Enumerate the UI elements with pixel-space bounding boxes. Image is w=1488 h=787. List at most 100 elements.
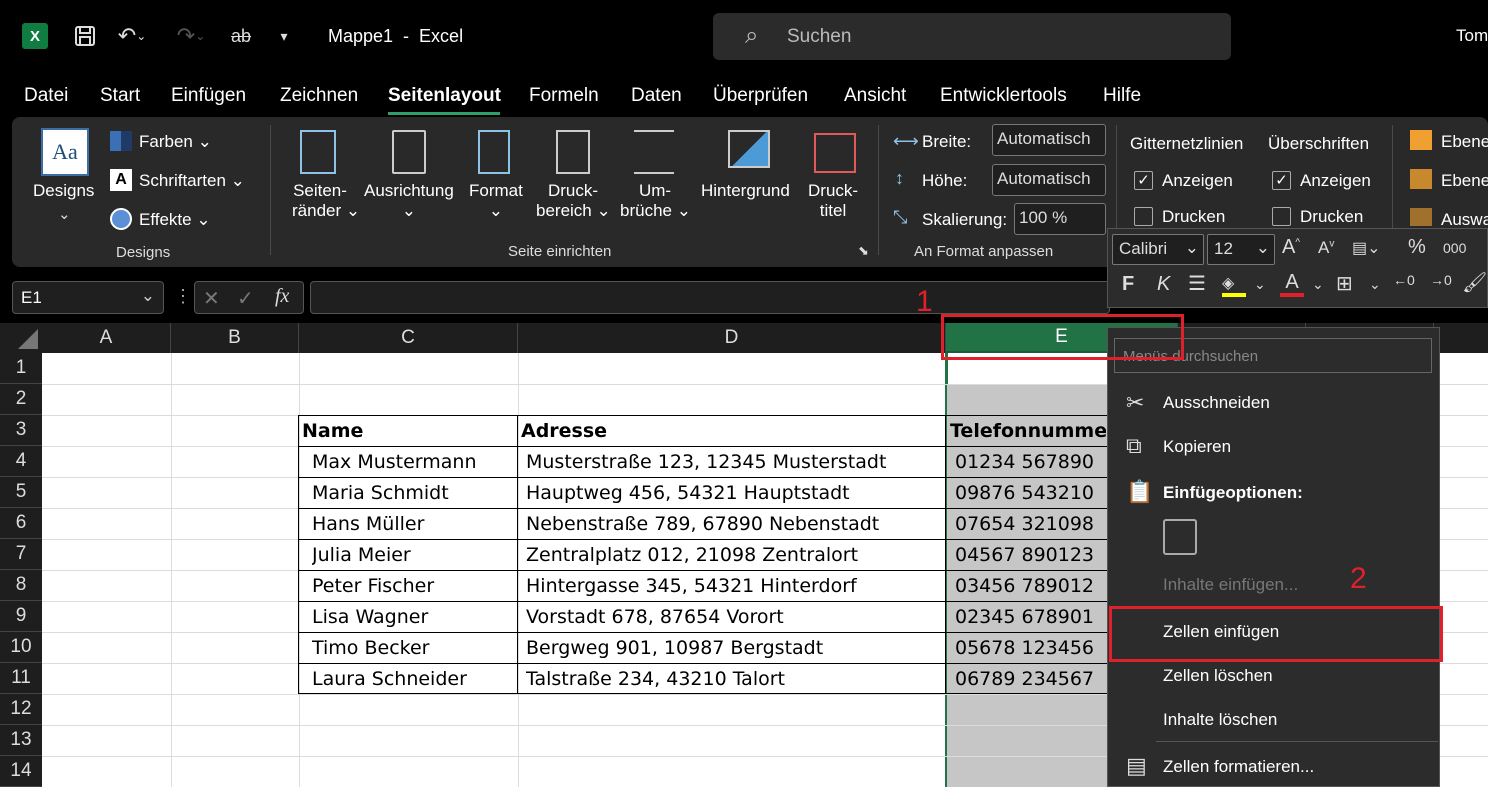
table-cell[interactable]: 09876 543210 <box>955 477 1106 508</box>
confirm-icon[interactable]: ✓ <box>237 286 254 311</box>
decrease-decimal-icon[interactable]: →0 <box>1430 272 1452 288</box>
background-icon[interactable] <box>728 130 770 168</box>
undo-icon[interactable]: ↶ ⌄ <box>112 18 152 54</box>
table-cell[interactable]: Hans Müller <box>312 508 516 539</box>
margins-icon[interactable] <box>300 130 336 174</box>
orientation-icon[interactable] <box>392 130 426 174</box>
hintergrund-button[interactable]: Hintergrund <box>701 181 790 201</box>
drucktitel-button[interactable]: Druck-titel <box>808 181 858 221</box>
table-cell[interactable]: 01234 567890 <box>955 446 1106 477</box>
font-color-icon[interactable]: A <box>1280 271 1304 297</box>
table-cell[interactable]: Max Mustermann <box>312 446 516 477</box>
tab-entwicklertools[interactable]: Entwicklertools <box>940 85 1067 107</box>
more-options-icon[interactable]: ⋮ <box>174 286 192 307</box>
schriftarten-button[interactable]: Schriftarten ⌄ <box>139 171 245 191</box>
menu-item-zellen-formatieren[interactable]: Zellen formatieren... <box>1163 757 1314 777</box>
breite-dropdown[interactable]: Automatisch <box>992 124 1106 156</box>
thousands-separator-icon[interactable]: 000 <box>1443 240 1466 256</box>
table-cell[interactable]: Talstraße 234, 43210 Talort <box>526 663 942 694</box>
menu-item-ausschneiden[interactable]: Ausschneiden <box>1163 393 1270 413</box>
row-header-4[interactable]: 4 <box>0 446 42 477</box>
percent-icon[interactable]: % <box>1408 236 1426 259</box>
dialog-launcher-icon[interactable]: ⬊ <box>858 243 869 259</box>
tab-ansicht[interactable]: Ansicht <box>844 85 906 107</box>
druckbereich-button[interactable]: Druck-bereich ⌄ <box>536 181 611 221</box>
skalierung-spinner[interactable]: 100 % <box>1014 203 1106 235</box>
table-cell[interactable]: Maria Schmidt <box>312 477 516 508</box>
row-header-7[interactable]: 7 <box>0 539 42 570</box>
print-area-icon[interactable] <box>556 130 590 174</box>
select-all-corner[interactable] <box>0 323 42 353</box>
column-header-d[interactable]: D <box>518 323 946 353</box>
cancel-icon[interactable]: ✕ <box>203 286 220 311</box>
ausrichtung-button[interactable]: Ausrichtung ⌄ <box>364 181 454 221</box>
table-cell[interactable]: Lisa Wagner <box>312 601 516 632</box>
row-header-10[interactable]: 10 <box>0 632 42 663</box>
table-header-name[interactable]: Name <box>302 415 516 446</box>
auswahlbereich-button[interactable]: Auswa <box>1441 210 1488 230</box>
menu-item-inhalte-loeschen[interactable]: Inhalte löschen <box>1163 710 1277 730</box>
column-header-b[interactable]: B <box>171 323 299 353</box>
table-cell[interactable]: 04567 890123 <box>955 539 1106 570</box>
ebene-vorwaerts-button[interactable]: Ebene <box>1441 132 1488 152</box>
chevron-down-icon[interactable]: ⌄ <box>1254 276 1266 293</box>
effekte-button[interactable]: Effekte ⌄ <box>139 210 211 230</box>
designs-button[interactable]: Designs <box>33 181 94 201</box>
format-button[interactable]: Format ⌄ <box>469 181 523 221</box>
breaks-icon[interactable] <box>634 130 674 174</box>
tab-seitenlayout[interactable]: Seitenlayout <box>388 85 501 107</box>
tab-ueberpruefen[interactable]: Überprüfen <box>713 85 808 107</box>
table-header-telefon[interactable]: Telefonnummer <box>950 415 1106 446</box>
row-header-2[interactable]: 2 <box>0 384 42 415</box>
borders-icon[interactable]: ⊞ <box>1336 271 1353 296</box>
table-cell[interactable]: 06789 234567 <box>955 663 1106 694</box>
font-name-dropdown[interactable]: Calibri ⌄ <box>1112 234 1204 265</box>
table-cell[interactable]: Timo Becker <box>312 632 516 663</box>
user-name[interactable]: Tom <box>1456 26 1488 46</box>
hoehe-dropdown[interactable]: Automatisch <box>992 164 1106 196</box>
table-cell[interactable]: Laura Schneider <box>312 663 516 694</box>
table-cell[interactable]: Musterstraße 123, 12345 Musterstadt <box>526 446 942 477</box>
row-header-11[interactable]: 11 <box>0 663 42 694</box>
column-header-c[interactable]: C <box>299 323 518 353</box>
increase-decimal-icon[interactable]: ←0 <box>1393 272 1415 288</box>
table-cell[interactable]: Bergweg 901, 10987 Bergstadt <box>526 632 942 663</box>
accounting-format-icon[interactable]: ▤⌄ <box>1352 238 1381 258</box>
table-cell[interactable]: 07654 321098 <box>955 508 1106 539</box>
row-header-14[interactable]: 14 <box>0 756 42 787</box>
row-header-13[interactable]: 13 <box>0 725 42 756</box>
tab-formeln[interactable]: Formeln <box>529 85 599 107</box>
ueberschriften-drucken-checkbox[interactable] <box>1272 207 1291 226</box>
table-cell[interactable]: Nebenstraße 789, 67890 Nebenstadt <box>526 508 942 539</box>
menu-item-kopieren[interactable]: Kopieren <box>1163 437 1231 457</box>
decrease-font-icon[interactable]: Av <box>1318 238 1334 258</box>
row-header-1[interactable]: 1 <box>0 353 42 384</box>
row-header-3[interactable]: 3 <box>0 415 42 446</box>
bold-icon[interactable]: F <box>1122 273 1134 296</box>
font-size-dropdown[interactable]: 12 ⌄ <box>1207 234 1275 265</box>
insert-function-icon[interactable]: fx <box>275 285 289 308</box>
italic-icon[interactable]: K <box>1157 273 1170 296</box>
row-header-6[interactable]: 6 <box>0 508 42 539</box>
paste-option-icon[interactable] <box>1163 519 1197 555</box>
row-header-9[interactable]: 9 <box>0 601 42 632</box>
chevron-down-icon[interactable]: ⌄ <box>1312 276 1324 293</box>
tab-zeichnen[interactable]: Zeichnen <box>280 85 358 107</box>
align-center-icon[interactable]: ☰ <box>1188 271 1206 296</box>
tab-daten[interactable]: Daten <box>631 85 682 107</box>
tab-einfuegen[interactable]: Einfügen <box>171 85 246 107</box>
table-cell[interactable]: Hauptweg 456, 54321 Hauptstadt <box>526 477 942 508</box>
size-icon[interactable] <box>478 130 510 174</box>
umbrueche-button[interactable]: Um-brüche ⌄ <box>620 181 691 221</box>
ueberschriften-anzeigen-checkbox[interactable]: ✓ <box>1272 171 1291 190</box>
format-painter-icon[interactable]: 🖌 <box>1462 270 1487 295</box>
row-header-8[interactable]: 8 <box>0 570 42 601</box>
name-box[interactable]: E1 ⌄ <box>12 281 164 314</box>
designs-icon[interactable]: Aa <box>41 128 89 176</box>
table-cell[interactable]: Zentralplatz 012, 21098 Zentralort <box>526 539 942 570</box>
tab-hilfe[interactable]: Hilfe <box>1103 85 1141 107</box>
gitternetz-anzeigen-checkbox[interactable]: ✓ <box>1134 171 1153 190</box>
table-header-adresse[interactable]: Adresse <box>521 415 941 446</box>
save-icon[interactable] <box>70 18 100 54</box>
table-cell[interactable]: Julia Meier <box>312 539 516 570</box>
